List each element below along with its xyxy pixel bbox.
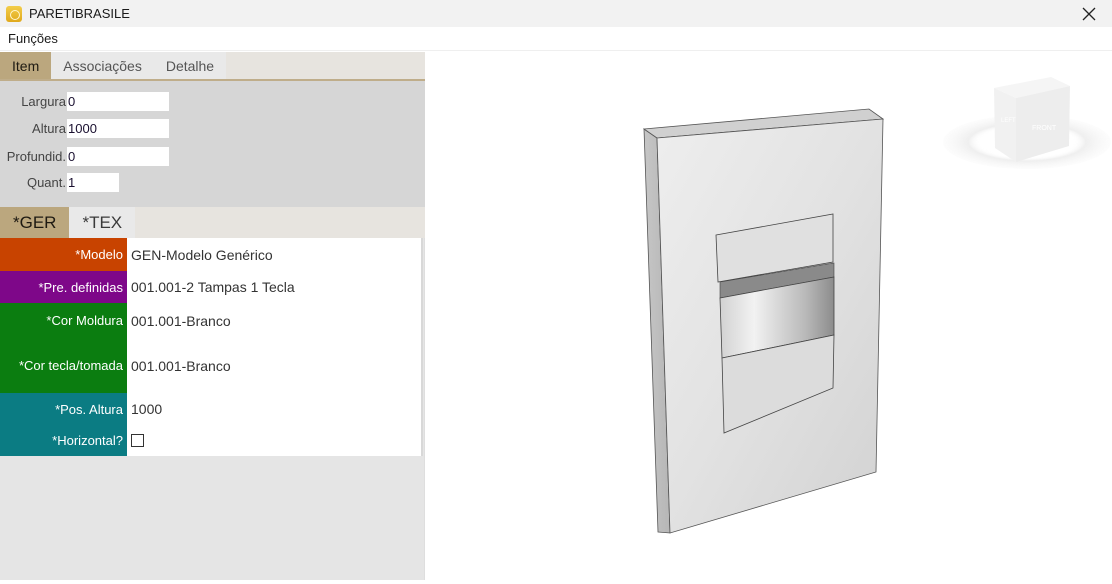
property-tabs: *GER *TEX [0, 207, 425, 238]
largura-input[interactable] [67, 91, 169, 111]
property-label: *Pos. Altura [0, 393, 127, 425]
window-title: PARETIBRASILE [29, 6, 130, 21]
property-row-pos-altura: *Pos. Altura 1000 [0, 393, 421, 425]
field-profundidade: Profundid. [0, 146, 169, 166]
quantidade-label: Quant. [26, 174, 66, 190]
property-value-cor-moldura[interactable]: 001.001-Branco [127, 303, 421, 338]
switch-plate-model [642, 108, 885, 534]
3d-scene: FRONT LEFT [642, 77, 1111, 534]
property-value-pre-definidas[interactable]: 001.001-2 Tampas 1 Tecla [127, 271, 421, 303]
property-label: *Cor Moldura [0, 303, 127, 338]
close-button[interactable] [1066, 0, 1112, 27]
horizontal-checkbox[interactable] [131, 434, 144, 447]
property-value-modelo[interactable]: GEN-Modelo Genérico [127, 238, 421, 271]
tab-item[interactable]: Item [0, 52, 52, 79]
property-label: *Horizontal? [0, 425, 127, 456]
item-form: Largura Altura Profundid. Quant. [0, 81, 425, 207]
largura-label: Largura [21, 93, 66, 109]
view-cube-left-label[interactable]: LEFT [1001, 118, 1016, 124]
tab-associacoes[interactable]: Associações [51, 52, 154, 79]
quantidade-input[interactable] [67, 172, 119, 192]
menu-bar: Funções [0, 27, 1112, 51]
property-grid: *Modelo GEN-Modelo Genérico *Pre. defini… [0, 238, 423, 456]
property-row-pre-definidas: *Pre. definidas 001.001-2 Tampas 1 Tecla [0, 271, 421, 303]
menu-funcoes[interactable]: Funções [0, 31, 66, 46]
property-value-cor-tecla[interactable]: 001.001-Branco [127, 338, 421, 393]
app-logo-icon [6, 5, 22, 22]
property-label: *Pre. definidas [0, 271, 127, 303]
altura-label: Altura [32, 120, 66, 136]
property-label: *Modelo [0, 238, 127, 271]
field-altura: Altura [0, 118, 169, 138]
tab-tex[interactable]: *TEX [69, 207, 136, 238]
profundidade-label: Profundid. [6, 148, 66, 164]
property-row-cor-moldura: *Cor Moldura 001.001-Branco [0, 303, 421, 338]
field-quantidade: Quant. [0, 172, 119, 192]
profundidade-input[interactable] [67, 146, 169, 166]
view-cube-front-label[interactable]: FRONT [1032, 125, 1057, 132]
property-label: *Cor tecla/tomada [0, 338, 127, 393]
property-row-modelo: *Modelo GEN-Modelo Genérico [0, 238, 421, 271]
property-row-cor-tecla: *Cor tecla/tomada 001.001-Branco [0, 338, 421, 393]
field-largura: Largura [0, 91, 169, 111]
view-cube[interactable]: FRONT LEFT [943, 77, 1111, 169]
tab-detalhe[interactable]: Detalhe [153, 52, 227, 79]
left-panel: Item Associações Detalhe Largura Altura … [0, 52, 425, 580]
tab-ger[interactable]: *GER [0, 207, 70, 238]
item-tabs: Item Associações Detalhe [0, 52, 425, 81]
property-value-pos-altura[interactable]: 1000 [127, 393, 421, 425]
3d-viewport[interactable]: FRONT LEFT [426, 52, 1112, 580]
title-bar: PARETIBRASILE [0, 0, 1112, 27]
close-x-icon [1082, 7, 1096, 20]
property-row-horizontal: *Horizontal? [0, 425, 421, 456]
altura-input[interactable] [67, 118, 169, 138]
property-value-horizontal [127, 425, 421, 456]
